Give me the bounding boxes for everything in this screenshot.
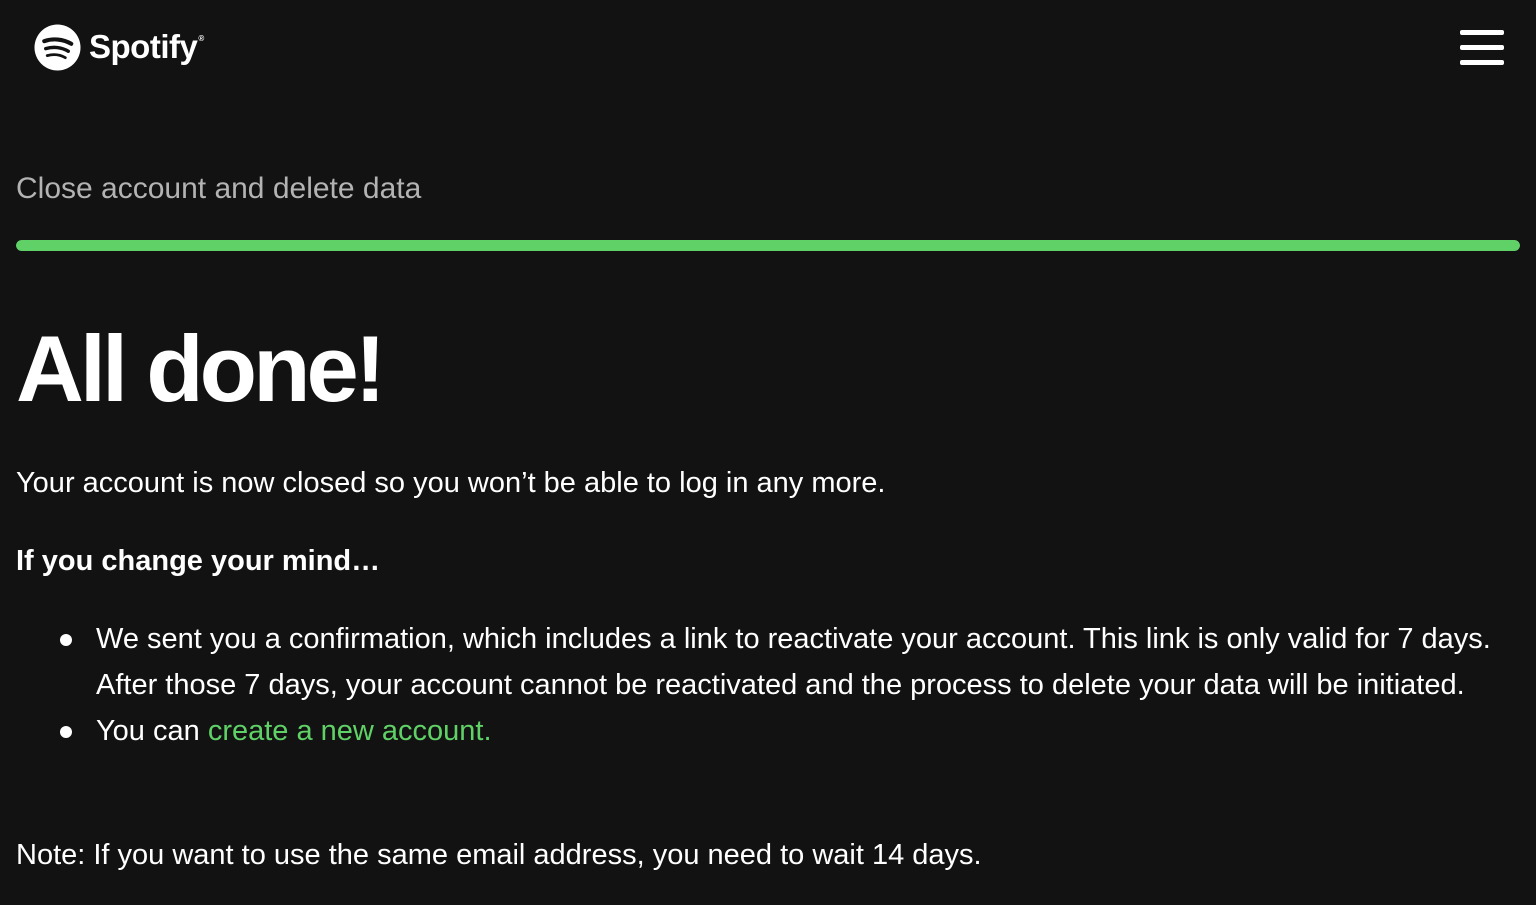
progress-bar bbox=[16, 240, 1520, 251]
top-bar: Spotify® bbox=[0, 0, 1536, 96]
create-new-account-link[interactable]: create a new account. bbox=[208, 715, 492, 747]
menu-bar bbox=[1460, 44, 1504, 50]
menu-bar bbox=[1460, 59, 1504, 65]
spotify-wordmark: Spotify® bbox=[89, 28, 204, 65]
list-item: You can create a new account. bbox=[60, 708, 1506, 754]
progress-bar-fill bbox=[16, 240, 1520, 251]
account-closed-message: Your account is now closed so you won’t … bbox=[16, 467, 886, 499]
page-title: All done! bbox=[16, 316, 386, 421]
hamburger-menu-icon[interactable] bbox=[1460, 28, 1504, 66]
spotify-logo[interactable]: Spotify® bbox=[34, 24, 204, 71]
list-item: We sent you a confirmation, which includ… bbox=[60, 616, 1506, 708]
reactivation-info: We sent you a confirmation, which includ… bbox=[96, 623, 1491, 701]
email-reuse-note: Note: If you want to use the same email … bbox=[16, 839, 982, 871]
change-mind-heading: If you change your mind… bbox=[16, 545, 381, 577]
spotify-logo-icon bbox=[34, 24, 81, 71]
menu-bar bbox=[1460, 29, 1504, 35]
bullet-dot bbox=[60, 726, 72, 738]
info-list: We sent you a confirmation, which includ… bbox=[16, 616, 1506, 754]
bullet-dot bbox=[60, 634, 72, 646]
step-title: Close account and delete data bbox=[16, 172, 422, 205]
new-account-prefix: You can bbox=[96, 715, 208, 747]
